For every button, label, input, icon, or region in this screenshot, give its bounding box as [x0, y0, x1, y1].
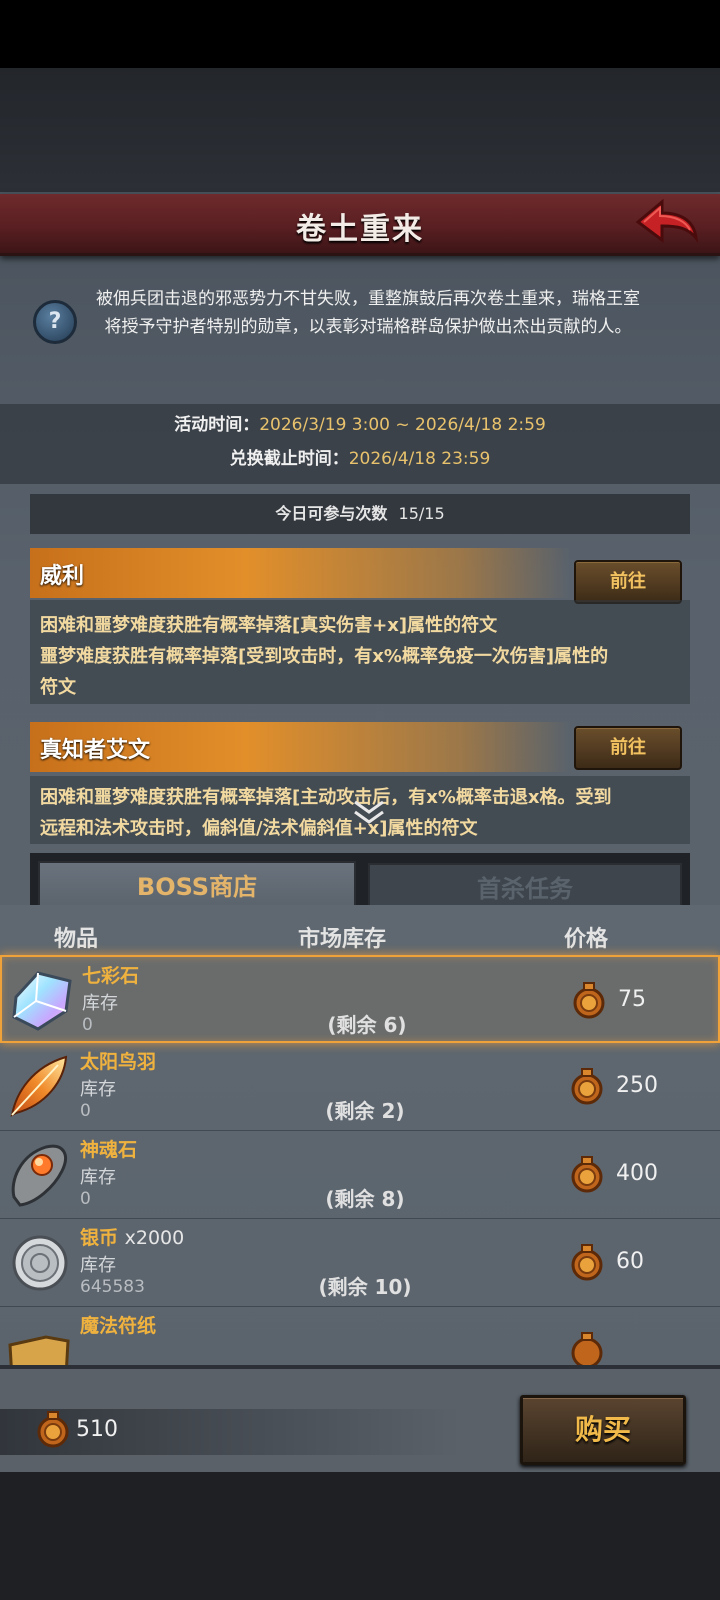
medal-coin-icon: [571, 1068, 603, 1105]
title-bar: 卷土重来: [0, 194, 720, 256]
remaining-count: (剩余 10): [318, 1275, 412, 1299]
tab-first-kill-tasks[interactable]: 首杀任务: [368, 863, 682, 907]
header-price: 价格: [564, 927, 609, 952]
item-price: 400: [616, 1161, 658, 1186]
shop-row[interactable]: 神魂石 库存 0 (剩余 8) 400: [0, 1131, 720, 1219]
drop-line: 噩梦难度获胜有概率掉落[受到攻击时，有x%概率免疫一次伤害]属性的: [40, 646, 609, 667]
activity-time-value: 2026/3/19 3:00 ~ 2026/4/18 2:59: [259, 415, 546, 435]
currency-balance: 510: [76, 1417, 118, 1442]
remaining-count: (剩余 2): [325, 1099, 405, 1123]
shop-item-list[interactable]: 物品 市场库存 价格 七彩石 库存 0 (剩余 6) 75 太阳鸟羽 库存 0 …: [0, 905, 720, 1365]
remaining-count: (剩余 8): [325, 1187, 405, 1211]
daily-count-bar: 今日可参与次数 15/15: [30, 494, 690, 534]
silver-coin-icon: [12, 1235, 68, 1291]
daily-count-label: 今日可参与次数: [275, 504, 388, 523]
drop-line: 符文: [40, 677, 76, 698]
soul-stone-icon: [11, 1144, 67, 1207]
event-description: 被佣兵团击退的邪恶势力不甘失败，重整旗鼓后再次卷土重来，瑞格王室将授予守护者特别…: [96, 289, 640, 337]
stock-label: 库存: [80, 1167, 116, 1188]
stock-value: 0: [80, 1101, 91, 1121]
background-bottom: [0, 1472, 720, 1600]
shop-row[interactable]: 银币 x2000 库存 645583 (剩余 10) 60: [0, 1219, 720, 1307]
drop-line: 困难和噩梦难度获胜有概率掉落[真实伤害+x]属性的符文: [40, 615, 498, 636]
remaining-count: (剩余 6): [327, 1013, 407, 1037]
item-price: 250: [616, 1073, 658, 1098]
item-price: 60: [616, 1249, 644, 1274]
stock-label: 库存: [80, 1079, 116, 1100]
buy-button[interactable]: 购买: [520, 1395, 686, 1465]
tab-boss-shop[interactable]: BOSS商店: [38, 861, 356, 909]
item-name: 银币 x2000: [80, 1227, 185, 1249]
time-strip: 活动时间：2026/3/19 3:00 ~ 2026/4/18 2:59 兑换截…: [0, 404, 720, 484]
boss-name: 真知者艾文: [40, 738, 151, 763]
activity-time-line: 活动时间：2026/3/19 3:00 ~ 2026/4/18 2:59: [0, 410, 720, 435]
item-name: 神魂石: [80, 1139, 138, 1161]
chevron-down-icon[interactable]: [352, 798, 386, 826]
back-arrow-icon[interactable]: [632, 196, 700, 252]
stock-label: 库存: [82, 993, 118, 1014]
medal-coin-icon: [571, 1244, 603, 1281]
medal-coin-icon: [571, 1332, 603, 1365]
shop-row[interactable]: 魔法符纸: [0, 1307, 720, 1365]
daily-count-value: 15/15: [398, 504, 445, 523]
activity-time-label: 活动时间：: [174, 415, 260, 435]
boss-name: 威利: [40, 564, 85, 589]
shop-row-selected[interactable]: 七彩石 库存 0 (剩余 6) 75: [0, 955, 720, 1043]
medal-coin-icon: [571, 1156, 603, 1193]
exchange-deadline-label: 兑换截止时间：: [229, 449, 349, 469]
item-price: 75: [618, 987, 646, 1012]
rainbow-crystal-icon: [12, 971, 72, 1031]
shop-row[interactable]: 太阳鸟羽 库存 0 (剩余 2) 250: [0, 1043, 720, 1131]
medal-coin-icon: [573, 982, 605, 1019]
medal-coin-icon: [37, 1411, 69, 1448]
top-black-band: [0, 0, 720, 68]
item-name: 太阳鸟羽: [80, 1051, 157, 1073]
background-top: [0, 68, 720, 192]
exchange-deadline-line: 兑换截止时间：2026/4/18 23:59: [0, 444, 720, 469]
go-button[interactable]: 前往: [574, 560, 682, 604]
magic-paper-icon: [8, 1335, 70, 1365]
stock-value: 645583: [80, 1277, 145, 1297]
header-stock: 市场库存: [298, 927, 387, 952]
item-name: 七彩石: [82, 965, 140, 987]
shop-tabs: BOSS商店 首杀任务: [30, 853, 690, 909]
boss-banner: [30, 548, 570, 598]
item-name: 魔法符纸: [80, 1315, 157, 1337]
footer-bar: 510 购买: [0, 1365, 720, 1472]
sunbird-feather-icon: [10, 1055, 68, 1117]
stock-value: 0: [82, 1015, 93, 1035]
header-item: 物品: [54, 927, 99, 952]
help-icon[interactable]: ?: [33, 300, 77, 344]
stock-label: 库存: [80, 1255, 116, 1276]
stock-value: 0: [80, 1189, 91, 1209]
page-title: 卷土重来: [296, 212, 424, 247]
boss-drop-info: 困难和噩梦难度获胜有概率掉落[真实伤害+x]属性的符文 噩梦难度获胜有概率掉落[…: [30, 600, 690, 704]
exchange-deadline-value: 2026/4/18 23:59: [348, 449, 491, 469]
go-button[interactable]: 前往: [574, 726, 682, 770]
